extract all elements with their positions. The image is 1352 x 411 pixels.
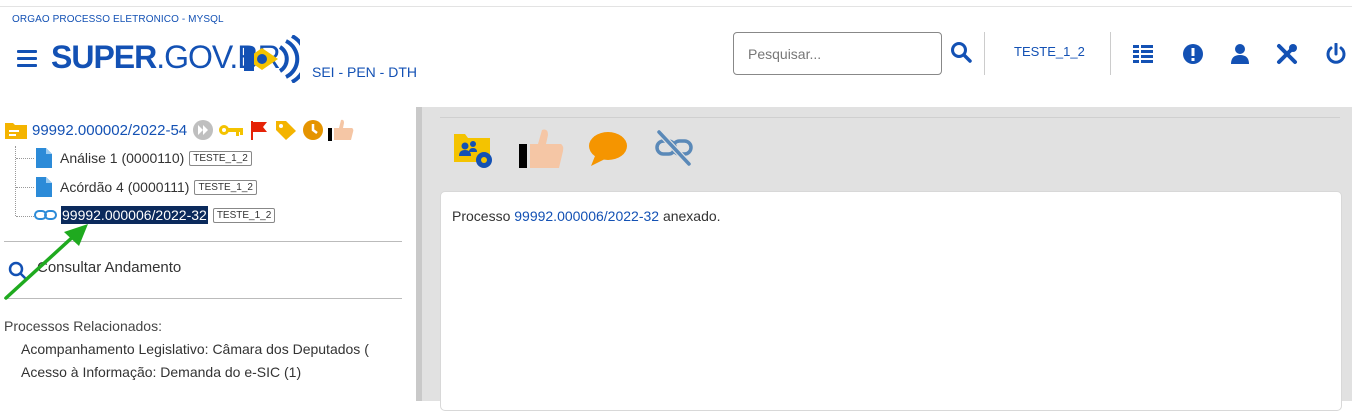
alert-icon[interactable] xyxy=(1182,43,1204,65)
clock-icon[interactable] xyxy=(302,119,324,141)
unit-tag: TESTE_1_2 xyxy=(212,207,276,223)
related-item[interactable]: Acompanhamento Legislativo: Câmara dos D… xyxy=(21,341,416,357)
document-link[interactable]: Análise 1 (0000110) xyxy=(60,150,184,166)
toolbar-separator xyxy=(440,117,1340,118)
tree-guide xyxy=(16,158,34,159)
annotation-arrow-icon xyxy=(4,224,88,300)
unlink-icon[interactable] xyxy=(653,128,695,170)
document-icon xyxy=(36,148,52,168)
process-row: 99992.000002/2022-54 xyxy=(4,118,355,142)
comment-icon[interactable] xyxy=(587,128,629,170)
content-message: Processo 99992.000006/2022-32 anexado. xyxy=(452,208,721,224)
related-title: Processos Relacionados: xyxy=(4,318,162,334)
logo-mark-icon xyxy=(244,35,300,83)
content-prefix: Processo xyxy=(452,208,511,224)
tools-icon[interactable] xyxy=(1276,43,1298,65)
unit-tag: TESTE_1_2 xyxy=(189,150,252,166)
document-content: Processo 99992.000006/2022-32 anexado. xyxy=(440,191,1342,411)
header: ORGAO PROCESSO ELETRONICO - MYSQL SUPER.… xyxy=(0,7,1352,107)
document-icon xyxy=(36,177,52,197)
thumbs-up-icon[interactable] xyxy=(327,118,355,142)
search-input[interactable] xyxy=(733,32,942,75)
forward-icon[interactable] xyxy=(192,119,214,141)
user-icon[interactable] xyxy=(1229,43,1251,65)
search-icon[interactable] xyxy=(950,41,972,63)
tag-icon[interactable] xyxy=(274,119,298,141)
org-name: ORGAO PROCESSO ELETRONICO - MYSQL xyxy=(12,14,224,25)
units-icon[interactable] xyxy=(1132,43,1154,65)
document-link[interactable]: Acórdão 4 (0000111) xyxy=(60,179,189,195)
folder-icon xyxy=(5,123,27,139)
logo-bold: SUPER xyxy=(51,39,157,75)
unit-tag: TESTE_1_2 xyxy=(194,179,257,195)
content-suffix: anexado. xyxy=(662,208,721,224)
tree-guide xyxy=(16,187,34,188)
tree-guide xyxy=(15,146,16,216)
tree-item[interactable]: Análise 1 (0000110) TESTE_1_2 xyxy=(34,147,252,169)
tree-item[interactable]: Acórdão 4 (0000111) TESTE_1_2 xyxy=(34,176,257,198)
flag-icon[interactable] xyxy=(248,119,270,141)
separator xyxy=(984,32,985,75)
content-process-link[interactable]: 99992.000006/2022-32 xyxy=(514,208,659,224)
top-border xyxy=(0,0,1352,7)
tree-guide xyxy=(16,216,34,217)
thumbs-up-icon[interactable] xyxy=(517,128,565,170)
menu-icon[interactable] xyxy=(17,50,37,68)
separator xyxy=(1110,32,1111,75)
process-number-link[interactable]: 99992.000002/2022-54 xyxy=(32,122,187,139)
user-name[interactable]: TESTE_1_2 xyxy=(1014,44,1085,59)
related-item[interactable]: Acesso à Informação: Demanda do e-SIC (1… xyxy=(21,364,416,380)
manage-folder-icon[interactable] xyxy=(452,128,496,170)
key-icon[interactable] xyxy=(218,122,244,138)
power-icon[interactable] xyxy=(1325,43,1347,65)
subsystem-label: SEI - PEN - DTH xyxy=(312,64,418,80)
